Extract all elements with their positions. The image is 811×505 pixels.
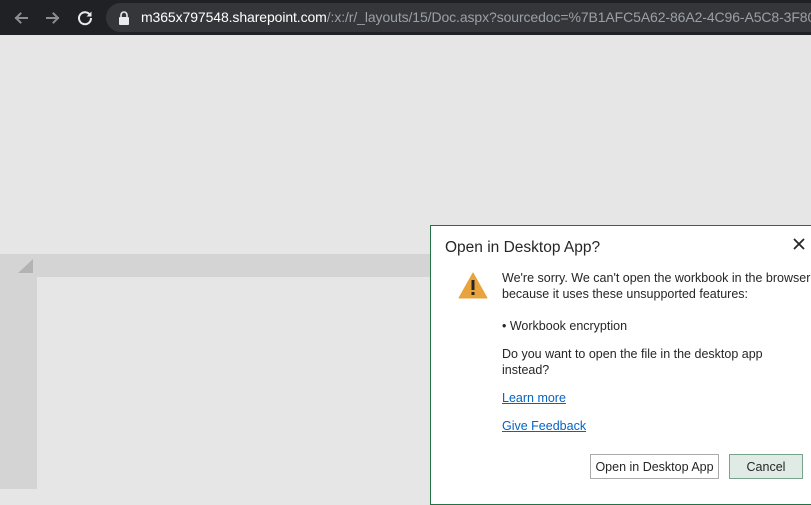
- url-path: /:x:/r/_layouts/15/Doc.aspx?sourcedoc=%7…: [326, 9, 811, 25]
- back-button[interactable]: [10, 7, 32, 29]
- select-all-corner[interactable]: [0, 254, 37, 277]
- reload-button[interactable]: [74, 7, 96, 29]
- reload-icon: [78, 11, 93, 26]
- learn-more-link[interactable]: Learn more: [502, 390, 566, 406]
- unsupported-feature-item: • Workbook encryption: [502, 319, 628, 333]
- row-header-strip: [0, 277, 37, 489]
- browser-toolbar: m365x797548.sharepoint.com/:x:/r/_layout…: [0, 0, 811, 35]
- dialog-title: Open in Desktop App?: [445, 239, 601, 256]
- cancel-button[interactable]: Cancel: [729, 454, 803, 479]
- url-text: m365x797548.sharepoint.com/:x:/r/_layout…: [141, 9, 811, 26]
- open-in-desktop-dialog: Open in Desktop App? We're sorry. We can…: [430, 225, 811, 505]
- open-in-desktop-app-button[interactable]: Open in Desktop App: [590, 454, 719, 479]
- give-feedback-link[interactable]: Give Feedback: [502, 418, 586, 434]
- url-host: m365x797548.sharepoint.com: [141, 9, 327, 25]
- forward-button[interactable]: [42, 7, 64, 29]
- error-message: We're sorry. We can't open the workbook …: [502, 271, 811, 301]
- open-question: Do you want to open the file in the desk…: [502, 347, 763, 377]
- close-icon[interactable]: [791, 236, 807, 252]
- lock-icon: [119, 11, 129, 25]
- address-bar[interactable]: m365x797548.sharepoint.com/:x:/r/_layout…: [106, 3, 811, 32]
- warning-icon: [458, 272, 488, 299]
- forward-arrow-icon: [46, 12, 60, 24]
- back-arrow-icon: [14, 12, 28, 24]
